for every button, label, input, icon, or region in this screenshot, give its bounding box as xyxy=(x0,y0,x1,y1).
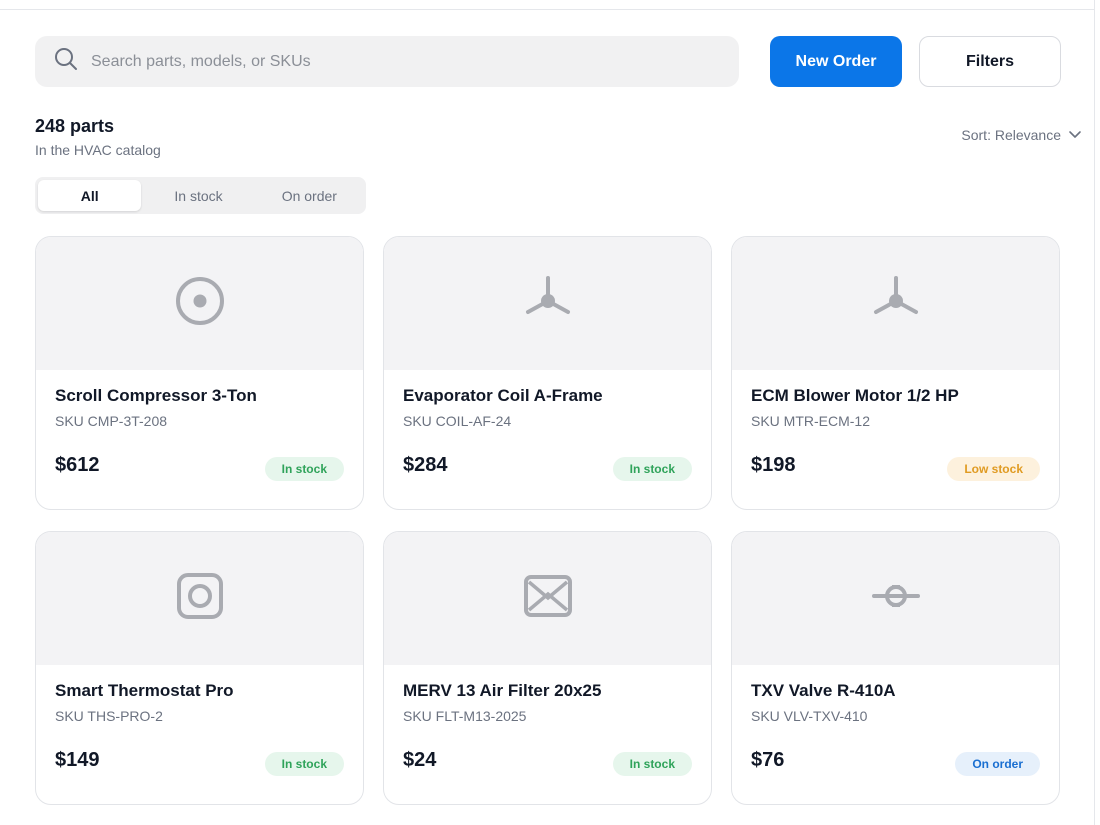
product-price: $284 xyxy=(403,454,448,476)
fan-icon xyxy=(522,275,574,332)
tab-all[interactable]: All xyxy=(38,180,142,211)
top-divider xyxy=(0,9,1094,10)
fan-icon xyxy=(870,275,922,332)
product-title[interactable]: Smart Thermostat Pro xyxy=(55,681,234,701)
product-price: $76 xyxy=(751,749,785,771)
product-card[interactable]: ECM Blower Motor 1/2 HP SKU MTR-ECM-12 $… xyxy=(731,236,1060,510)
scrollbar-track[interactable] xyxy=(1094,0,1095,825)
product-card[interactable]: MERV 13 Air Filter 20x25 SKU FLT-M13-202… xyxy=(383,531,712,805)
product-card[interactable]: TXV Valve R-410A SKU VLV-TXV-410 $76 On … xyxy=(731,531,1060,805)
product-sku: SKU MTR-ECM-12 xyxy=(751,413,871,429)
filters-button[interactable]: Filters xyxy=(919,36,1061,87)
tab-on-order[interactable]: On order xyxy=(256,180,363,211)
product-title[interactable]: ECM Blower Motor 1/2 HP xyxy=(751,386,959,406)
product-sku: SKU FLT-M13-2025 xyxy=(403,708,527,724)
product-title[interactable]: TXV Valve R-410A xyxy=(751,681,896,701)
product-price: $24 xyxy=(403,749,437,771)
product-sku: SKU THS-PRO-2 xyxy=(55,708,163,724)
product-image xyxy=(732,532,1059,665)
compressor-icon xyxy=(174,275,226,332)
parts-count: 248 parts xyxy=(35,116,115,136)
catalog-subtitle: In the HVAC catalog xyxy=(35,142,161,158)
product-grid: Scroll Compressor 3-Ton SKU CMP-3T-208 $… xyxy=(35,236,1060,806)
search-bar[interactable] xyxy=(35,36,739,87)
status-badge: Low stock xyxy=(947,457,1040,481)
thermostat-icon xyxy=(174,570,226,627)
chevron-down-icon xyxy=(1061,124,1082,145)
search-icon xyxy=(53,46,79,77)
product-title[interactable]: Scroll Compressor 3-Ton xyxy=(55,386,257,406)
new-order-button[interactable]: New Order xyxy=(770,36,902,87)
status-badge: In stock xyxy=(264,752,344,776)
product-image xyxy=(36,237,363,370)
product-image xyxy=(384,532,711,665)
product-sku: SKU CMP-3T-208 xyxy=(55,413,168,429)
product-image xyxy=(384,237,711,370)
filter-icon xyxy=(522,570,574,627)
status-badge: In stock xyxy=(264,457,344,481)
status-badge: In stock xyxy=(612,457,692,481)
product-image xyxy=(732,237,1059,370)
sort-dropdown[interactable]: Sort: Relevance xyxy=(961,124,1082,145)
product-price: $612 xyxy=(55,454,100,476)
status-badge: In stock xyxy=(612,752,692,776)
product-card[interactable]: Evaporator Coil A-Frame SKU COIL-AF-24 $… xyxy=(383,236,712,510)
product-price: $149 xyxy=(55,749,100,771)
product-image xyxy=(36,532,363,665)
valve-icon xyxy=(870,570,922,627)
product-title[interactable]: MERV 13 Air Filter 20x25 xyxy=(403,681,601,701)
search-input[interactable] xyxy=(91,52,691,71)
product-sku: SKU VLV-TXV-410 xyxy=(751,708,868,724)
product-card[interactable]: Smart Thermostat Pro SKU THS-PRO-2 $149 … xyxy=(35,531,364,805)
stock-filter-tabs: All In stock On order xyxy=(35,177,366,214)
product-price: $198 xyxy=(751,454,796,476)
tab-in-stock[interactable]: In stock xyxy=(141,180,255,211)
product-title[interactable]: Evaporator Coil A-Frame xyxy=(403,386,603,406)
product-sku: SKU COIL-AF-24 xyxy=(403,413,512,429)
product-card[interactable]: Scroll Compressor 3-Ton SKU CMP-3T-208 $… xyxy=(35,236,364,510)
sort-label: Sort: Relevance xyxy=(961,126,1061,143)
status-badge: On order xyxy=(955,752,1040,776)
